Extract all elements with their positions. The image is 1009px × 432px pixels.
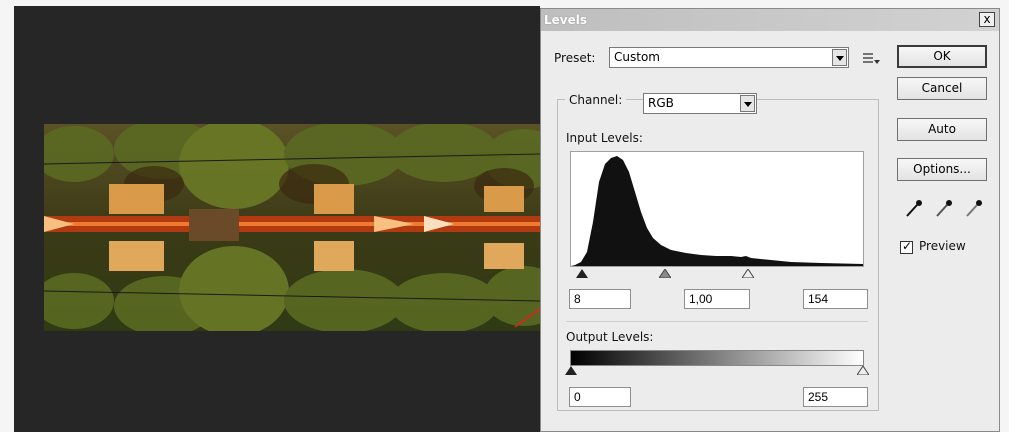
output-white-slider[interactable] (857, 366, 869, 375)
divider (566, 321, 868, 322)
output-levels-label: Output Levels: (566, 330, 654, 344)
gray-eyedropper-icon[interactable] (933, 199, 955, 219)
input-gamma-slider[interactable] (659, 269, 671, 278)
levels-dialog: Levels x Preset: Custom Channel: RGB Inp… (540, 8, 1000, 432)
output-white-field[interactable] (803, 387, 868, 407)
histogram (570, 151, 864, 267)
options-button[interactable]: Options... (897, 158, 987, 181)
output-black-slider[interactable] (565, 366, 577, 375)
input-black-field[interactable] (569, 289, 631, 309)
ok-button[interactable]: OK (897, 45, 987, 68)
preview-checkbox[interactable] (900, 239, 913, 254)
input-black-slider[interactable] (576, 269, 588, 278)
dialog-title: Levels (544, 13, 588, 27)
chevron-down-icon (832, 49, 847, 66)
preset-menu-icon[interactable] (859, 49, 881, 69)
channel-value: RGB (648, 96, 674, 110)
screen: Levels x Preset: Custom Channel: RGB Inp… (0, 0, 1009, 432)
histogram-shape (571, 156, 863, 266)
input-levels-label: Input Levels: (566, 131, 643, 145)
input-gamma-field[interactable] (684, 289, 750, 309)
output-gradient (570, 350, 864, 366)
close-button[interactable]: x (979, 12, 995, 27)
title-bar[interactable]: Levels x (541, 9, 999, 31)
preset-dropdown[interactable]: Custom (609, 47, 849, 68)
chevron-down-icon (740, 95, 755, 112)
cancel-button[interactable]: Cancel (897, 77, 987, 100)
auto-button[interactable]: Auto (897, 118, 987, 141)
preview-label: Preview (919, 239, 966, 253)
input-white-field[interactable] (803, 289, 868, 309)
preset-value: Custom (614, 50, 660, 64)
black-eyedropper-icon[interactable] (903, 199, 925, 219)
channel-dropdown[interactable]: RGB (643, 93, 757, 114)
input-white-slider[interactable] (742, 269, 754, 278)
output-black-field[interactable] (569, 387, 631, 407)
document-image (44, 124, 540, 331)
preset-label: Preset: (554, 51, 596, 65)
white-eyedropper-icon[interactable] (963, 199, 985, 219)
channel-label: Channel: (565, 93, 627, 107)
